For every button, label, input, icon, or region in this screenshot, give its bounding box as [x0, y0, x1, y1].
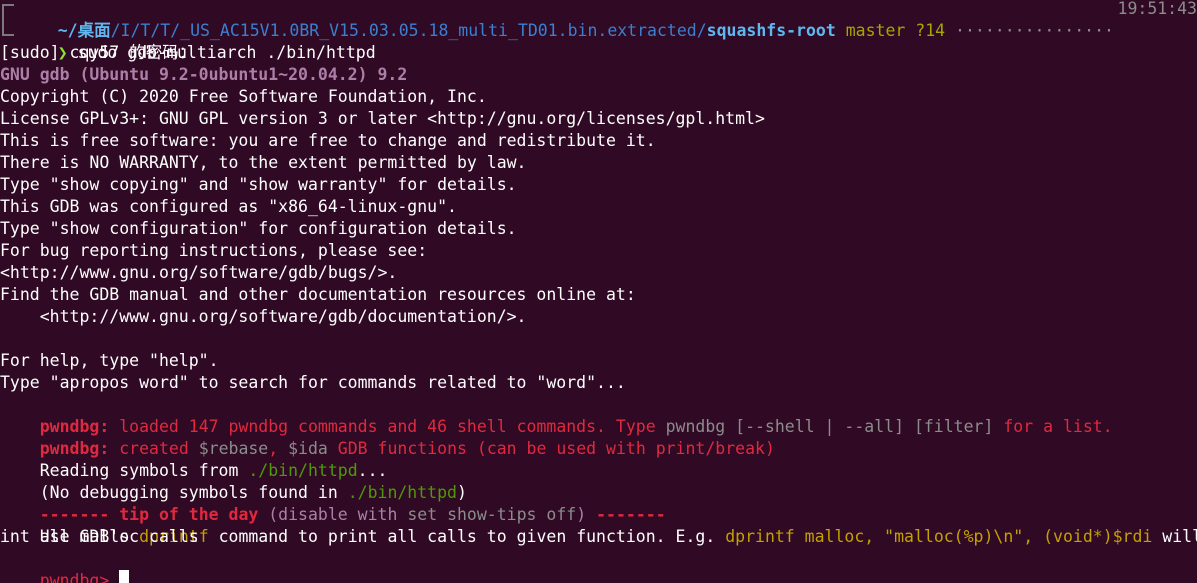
configured-line: This GDB was configured as "x86_64-linux…: [0, 197, 457, 216]
free-software-line: This is free software: you are free to c…: [0, 131, 656, 150]
apropos-line: Type "apropos word" to search for comman…: [0, 373, 626, 392]
command-line: ❯ sudo gdb-multiarch ./bin/httpd: [18, 20, 376, 62]
show-config-line: Type "show configuration" for configurat…: [0, 219, 517, 238]
tip-body-wrap-line: int all malloc calls: [0, 527, 199, 546]
prompt-frame-bottom: [2, 22, 14, 36]
bug-report-line: For bug reporting instructions, please s…: [0, 241, 428, 260]
doc-url-line: <http://www.gnu.org/software/gdb/documen…: [0, 307, 527, 326]
find-manual-line: Find the GDB manual and other documentat…: [0, 285, 636, 304]
git-branch: master: [845, 21, 906, 40]
gdb-version-line: GNU gdb (Ubuntu 9.2-0ubuntu1~20.04.2) 9.…: [0, 65, 408, 84]
tip-header-line: ------- tip of the day (disable with set…: [39, 505, 666, 524]
pwndbg-created-line: pwndbg: created $rebase, $ida GDB functi…: [39, 439, 775, 458]
show-copying-line: Type "show copying" and "show warranty" …: [0, 175, 517, 194]
gdb-input-line[interactable]: pwndbg>: [0, 548, 130, 583]
prompt-frame-top: [2, 4, 14, 22]
sudo-password-line: [sudo] cqy57 的密码：: [0, 43, 196, 62]
bugs-url-line: <http://www.gnu.org/software/gdb/bugs/>.: [0, 263, 398, 282]
reading-symbols-line: Reading symbols from ./bin/httpd...: [39, 461, 388, 480]
help-line: For help, type "help".: [0, 351, 219, 370]
prompt-time: 19:51:43: [1117, 0, 1197, 18]
dprintf-example: dprintf malloc, "malloc(%p)\n", (void*)$…: [725, 527, 1153, 546]
pwndbg-loaded-line: pwndbg: loaded 147 pwndbg commands and 4…: [39, 417, 1113, 436]
prompt-path-line: ~/桌面/I/T/T/_US_AC15V1.0BR_V15.03.05.18_m…: [57, 21, 1124, 40]
license-line: License GPLv3+: GNU GPL version 3 or lat…: [0, 109, 765, 128]
prompt-path-end: squashfs-root: [706, 21, 836, 40]
git-status: ?14: [915, 21, 946, 40]
warranty-line: There is NO WARRANTY, to the extent perm…: [0, 153, 527, 172]
tip-body-line: Use GDB's dprintf command to print all c…: [39, 527, 1197, 546]
terminal-window[interactable]: ~/桌面/I/T/T/_US_AC15V1.0BR_V15.03.05.18_m…: [0, 0, 1197, 583]
no-debug-symbols-line: (No debugging symbols found in ./bin/htt…: [39, 483, 467, 502]
text-cursor[interactable]: [119, 570, 130, 583]
pwndbg-prompt: pwndbg>: [39, 571, 110, 583]
copyright-line: Copyright (C) 2020 Free Software Foundat…: [0, 87, 487, 106]
